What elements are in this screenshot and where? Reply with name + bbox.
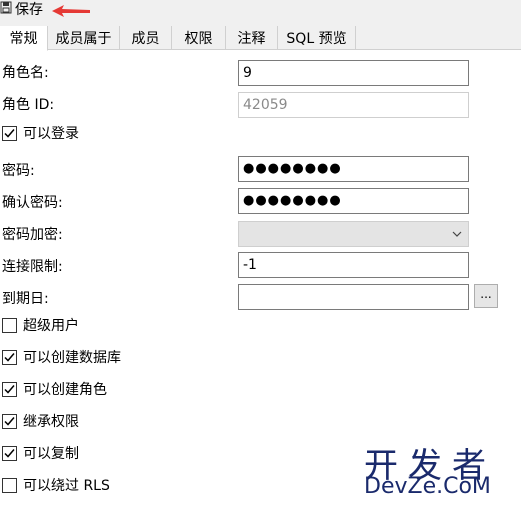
checkbox-checked-icon (2, 125, 17, 141)
role-editor-window: 保存 常规 成员属于 成员 权限 注释 SQL 预览 角色名: 9 角色 ID:… (0, 0, 521, 506)
role-id-field: 42059 (238, 92, 469, 118)
bypass-rls-checkbox[interactable]: 可以绕过 RLS (2, 476, 110, 494)
watermark-bottom-text: DevZe.CoM (364, 474, 491, 499)
option-label: 可以绕过 RLS (23, 478, 110, 494)
option-label: 可以创建角色 (23, 382, 107, 398)
tab-comment[interactable]: 注释 (226, 26, 278, 50)
role-name-label: 角色名: (2, 65, 49, 81)
tab-sql-preview[interactable]: SQL 预览 (278, 26, 356, 50)
chevron-down-icon (452, 231, 462, 237)
toolbar: 保存 (0, 0, 521, 26)
role-name-input[interactable]: 9 (238, 60, 469, 86)
can-login-label: 可以登录 (23, 126, 79, 142)
expiration-input[interactable] (238, 284, 469, 310)
checkbox-unchecked-icon (2, 317, 17, 333)
checkbox-checked-icon (2, 413, 17, 429)
role-id-label: 角色 ID: (2, 97, 55, 113)
superuser-checkbox[interactable]: 超级用户 (2, 316, 79, 334)
save-label: 保存 (15, 2, 43, 18)
expiration-label: 到期日: (2, 291, 49, 307)
connection-limit-label: 连接限制: (2, 259, 63, 275)
inherit-privileges-checkbox[interactable]: 继承权限 (2, 412, 79, 430)
password-label: 密码: (2, 163, 35, 179)
tab-general[interactable]: 常规 (0, 26, 48, 51)
connection-limit-input[interactable]: -1 (238, 252, 469, 278)
tab-member-of[interactable]: 成员属于 (48, 26, 120, 50)
tab-members[interactable]: 成员 (120, 26, 172, 50)
save-icon (0, 1, 12, 18)
tab-bar: 常规 成员属于 成员 权限 注释 SQL 预览 (0, 26, 521, 51)
option-label: 继承权限 (23, 414, 79, 430)
site-watermark: 开发者 DevZe.CoM (356, 436, 521, 506)
password-encryption-select[interactable] (238, 221, 469, 247)
checkbox-checked-icon (2, 445, 17, 461)
option-label: 超级用户 (23, 318, 79, 334)
checkbox-checked-icon (2, 349, 17, 365)
option-label: 可以复制 (23, 446, 79, 462)
create-db-checkbox[interactable]: 可以创建数据库 (2, 348, 121, 366)
confirm-password-input[interactable]: ●●●●●●●● (238, 188, 469, 214)
checkbox-checked-icon (2, 381, 17, 397)
option-label: 可以创建数据库 (23, 350, 121, 366)
can-login-checkbox[interactable]: 可以登录 (2, 124, 79, 142)
replication-checkbox[interactable]: 可以复制 (2, 444, 79, 462)
date-picker-button[interactable]: ... (474, 284, 498, 308)
password-input[interactable]: ●●●●●●●● (238, 156, 469, 182)
create-role-checkbox[interactable]: 可以创建角色 (2, 380, 107, 398)
checkbox-unchecked-icon (2, 477, 17, 493)
save-button[interactable]: 保存 (0, 0, 43, 18)
red-arrow-annotation (52, 5, 90, 17)
tab-privileges[interactable]: 权限 (172, 26, 226, 50)
confirm-password-label: 确认密码: (2, 195, 63, 211)
password-encryption-label: 密码加密: (2, 227, 63, 243)
